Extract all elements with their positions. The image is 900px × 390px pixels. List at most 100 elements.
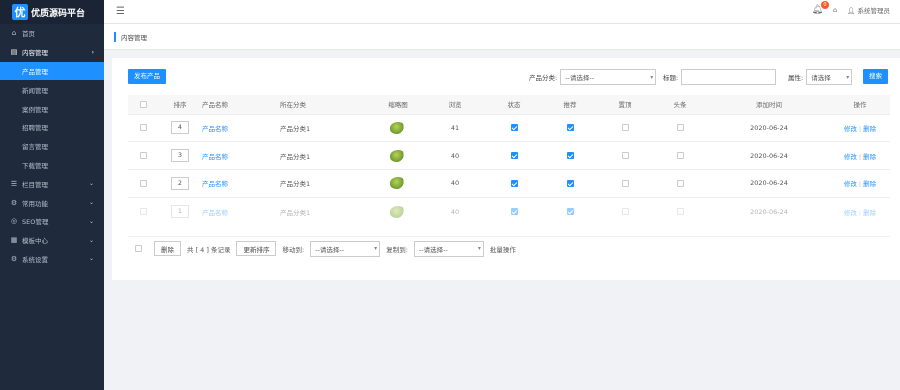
attr-select[interactable]: 请选择 ▾ (806, 69, 853, 85)
row-checkbox[interactable] (139, 179, 147, 187)
column-header: 浏览 (424, 95, 486, 114)
status-checkbox[interactable] (510, 124, 518, 132)
top-checkbox[interactable] (621, 124, 629, 132)
separator: | (858, 152, 862, 161)
edit-link[interactable]: 修改 (844, 209, 857, 217)
recommend-checkbox[interactable] (566, 179, 574, 187)
sidebar-item-10[interactable]: ◎ SEO管理 ⌄ (0, 212, 104, 231)
delete-link[interactable]: 删除 (863, 180, 876, 188)
sidebar-item-2[interactable]: 产品管理 (0, 61, 104, 81)
attr-select-value: 请选择 (811, 74, 831, 82)
logo-icon: 优 (12, 4, 28, 20)
sidebar-item-label: 栏目管理 (22, 180, 48, 189)
tools-icon: ⚙ (10, 198, 18, 207)
delete-link[interactable]: 删除 (863, 209, 876, 217)
product-name-link[interactable]: 产品名称 (202, 180, 228, 188)
date-cell: 2020-06-24 (708, 169, 830, 198)
user-menu[interactable]: 👤︎ 系统管理员 (847, 5, 890, 15)
batch-operation-label[interactable]: 批量操作 (490, 244, 516, 254)
app-title: 优质源码平台 (31, 8, 86, 19)
top-checkbox[interactable] (621, 152, 629, 160)
title-filter-label: 标题: (663, 74, 679, 82)
headline-checkbox[interactable] (676, 124, 684, 132)
search-button[interactable]: 搜索 (863, 69, 888, 84)
status-checkbox[interactable] (510, 179, 518, 187)
sidebar-item-3[interactable]: 新闻管理 (0, 80, 104, 99)
copy-to-select[interactable]: --请选择-- ▾ (413, 240, 484, 257)
bell-icon[interactable]: 🔔︎ 0 (812, 1, 830, 15)
product-name-link[interactable]: 产品名称 (202, 125, 228, 133)
move-to-select[interactable]: --请选择-- ▾ (310, 240, 381, 257)
category-select[interactable]: --请选择-- ▾ (560, 69, 657, 85)
thumbnail-image[interactable] (390, 205, 406, 218)
recommend-checkbox[interactable] (566, 152, 574, 160)
sidebar-item-label: 首页 (22, 30, 35, 39)
sidebar-item-5[interactable]: 招聘管理 (0, 118, 104, 137)
top-header: ☰ 🔔︎ 0 ⌂ 👤︎ 系统管理员 (104, 0, 900, 24)
publish-product-button[interactable]: 发布产品 (128, 69, 166, 84)
select-all-checkbox[interactable] (135, 245, 142, 252)
delete-link[interactable]: 删除 (863, 125, 876, 133)
recommend-checkbox[interactable] (566, 124, 574, 132)
sidebar-item-0[interactable]: ⌂ 首页 (0, 24, 104, 43)
chevron-down-icon: ▾ (477, 245, 481, 252)
status-checkbox[interactable] (510, 208, 518, 216)
product-name-link[interactable]: 产品名称 (202, 209, 228, 217)
breadcrumb[interactable]: 内容管理 (114, 32, 147, 42)
column-icon: ☰ (10, 179, 18, 188)
headline-checkbox[interactable] (676, 179, 684, 187)
content-icon: ▤ (10, 48, 18, 57)
sidebar-item-8[interactable]: ☰ 栏目管理 ⌄ (0, 174, 104, 193)
column-header: 推荐 (542, 95, 598, 114)
thumbnail-image[interactable] (390, 149, 406, 162)
title-input[interactable] (681, 69, 777, 85)
product-name-link[interactable]: 产品名称 (202, 153, 228, 161)
chevron-right-icon: › (91, 48, 94, 56)
column-header: 状态 (486, 95, 542, 114)
sidebar-item-1[interactable]: ▤ 内容管理 › (0, 43, 104, 62)
table-row: 3 产品名称 产品分类1 40 2020-06-24 修改 | 删除 (128, 141, 890, 170)
sidebar-item-11[interactable]: ▦ 模板中心 ⌄ (0, 231, 104, 250)
sidebar-item-6[interactable]: 留言管理 (0, 137, 104, 156)
separator: | (858, 208, 862, 217)
content-panel: 发布产品 产品分类: --请选择-- ▾ 标题: 属性: 请选择 ▾ 搜索 排序… (112, 58, 900, 280)
sidebar-item-4[interactable]: 案例管理 (0, 99, 104, 118)
product-table: 排序 产品名称 所在分类 缩略图 浏览 状态 推荐 置顶 头条 添加时间 操作 4 产品名称 产品分类1… (128, 95, 890, 226)
column-header: 置顶 (598, 95, 652, 114)
update-sort-button[interactable]: 更新排序 (236, 241, 277, 256)
thumbnail-image[interactable] (390, 121, 406, 134)
sort-input[interactable]: 2 (171, 176, 189, 190)
home-icon[interactable]: ⌂ (833, 6, 837, 14)
edit-link[interactable]: 修改 (844, 125, 857, 133)
category-cell: 产品分类1 (280, 169, 372, 198)
recommend-checkbox[interactable] (566, 208, 574, 216)
logo[interactable]: 优 优质源码平台 (0, 0, 104, 24)
top-checkbox[interactable] (621, 179, 629, 187)
sidebar: 优 优质源码平台 ⌂ 首页 ▤ 内容管理 › 产品管理 新闻管理案例管理招聘管理 留言管理 下载… (0, 0, 104, 390)
sidebar-item-9[interactable]: ⚙ 常用功能 ⌄ (0, 193, 104, 212)
header-checkbox[interactable] (139, 100, 147, 108)
sidebar-item-7[interactable]: 下载管理 (0, 156, 104, 175)
delete-link[interactable]: 删除 (863, 153, 876, 161)
table-row: 1 产品名称 产品分类1 40 2020-06-24 修改 | 删除 (128, 196, 890, 226)
status-checkbox[interactable] (510, 152, 518, 160)
sidebar-item-12[interactable]: ⚙ 系统设置 ⌄ (0, 250, 104, 269)
date-cell: 2020-06-24 (708, 141, 830, 170)
sort-input[interactable]: 4 (171, 121, 189, 135)
edit-link[interactable]: 修改 (844, 153, 857, 161)
chevron-down-icon: ⌄ (88, 255, 94, 263)
row-checkbox[interactable] (139, 124, 147, 132)
sort-input[interactable]: 3 (171, 149, 189, 163)
edit-link[interactable]: 修改 (844, 180, 857, 188)
sort-input[interactable]: 1 (171, 205, 189, 219)
thumbnail-image[interactable] (390, 177, 406, 190)
headline-checkbox[interactable] (676, 152, 684, 160)
top-checkbox[interactable] (621, 208, 629, 216)
row-checkbox[interactable] (139, 208, 147, 216)
hamburger-icon[interactable]: ☰ (116, 6, 125, 17)
sidebar-item-label: 案例管理 (22, 105, 48, 114)
headline-checkbox[interactable] (676, 208, 684, 216)
batch-delete-button[interactable]: 删除 (154, 241, 181, 256)
category-cell: 产品分类1 (280, 141, 372, 170)
row-checkbox[interactable] (139, 152, 147, 160)
